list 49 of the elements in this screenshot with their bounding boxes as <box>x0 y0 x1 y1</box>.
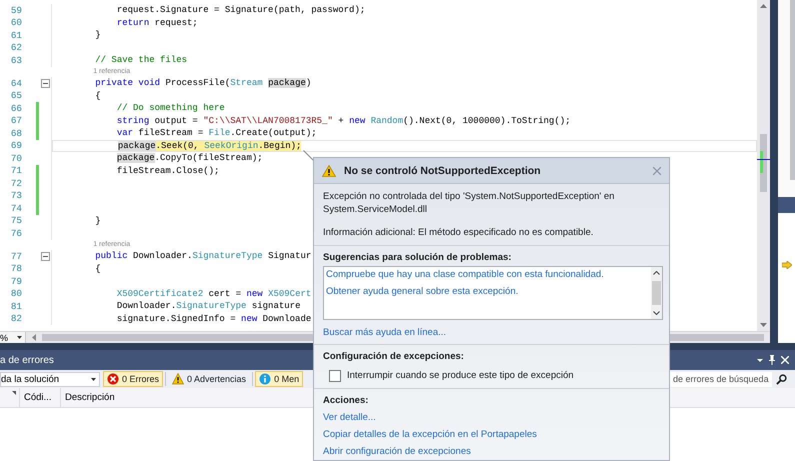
code-line: { <box>94 90 101 101</box>
code-line: string output = "C:\\SAT\\LAN7008173R5_" + new Random().Next(0, 1000000).ToString(); <box>116 116 571 126</box>
code-line: { <box>94 264 101 274</box>
code-line: public Downloader.SignatureType Signatur <box>94 251 312 262</box>
line-number: 76 <box>10 228 22 239</box>
line-number: 78 <box>10 263 22 274</box>
line-number: 65 <box>10 90 22 102</box>
line-number: 81 <box>10 300 22 312</box>
section-heading: Acciones: <box>323 395 368 406</box>
code-line: private void ProcessFile(Stream package) <box>94 78 312 88</box>
line-number: 80 <box>10 288 22 300</box>
code-line: return request; <box>116 18 198 28</box>
line-number: 68 <box>10 128 22 139</box>
line-number: 62 <box>10 42 22 54</box>
code-line: Downloader.SignatureType signature <box>116 301 300 312</box>
code-line: request.Signature = Signature(path, password); <box>116 5 366 16</box>
line-number: 67 <box>10 115 22 126</box>
line-number: 71 <box>10 165 22 176</box>
popup-title: No se controló NotSupportedException <box>344 164 541 176</box>
line-number: 74 <box>10 202 22 214</box>
code-line: var fileStream = File.Create(output); <box>116 128 317 138</box>
section-heading: Sugerencias para solución de problemas: <box>323 252 512 263</box>
panel-title: a de errores <box>0 354 54 366</box>
code-line: X509Certificate2 cert = new X509Cert <box>116 288 312 299</box>
line-number: 69 <box>10 140 22 152</box>
line-number: 60 <box>10 17 22 28</box>
line-number: 73 <box>10 190 22 202</box>
line-number: 75 <box>10 215 22 226</box>
line-number: 61 <box>10 30 22 41</box>
line-number: 64 <box>10 78 22 89</box>
line-number: 66 <box>10 102 22 114</box>
additional-info: Información adicional: El método especificado no es compatible. <box>323 226 594 239</box>
line-number: 82 <box>10 313 22 324</box>
code-line: signature.SignedInfo = new Downloade <box>116 314 312 324</box>
code-line: package.Seek(0, SeekOrigin.Begin); <box>116 140 302 151</box>
line-number: 79 <box>10 276 22 287</box>
section-heading: Configuración de excepciones: <box>323 351 464 362</box>
line-number: 59 <box>10 4 22 16</box>
code-line: } <box>94 30 101 40</box>
line-number: 63 <box>10 54 22 66</box>
exception-message: Excepción no controlada del tipo 'System.NotSupportedException' en System.ServiceModel.dll <box>323 190 616 216</box>
line-number: 77 <box>10 250 22 262</box>
code-line: package.CopyTo(fileStream); <box>116 153 263 164</box>
line-number: 70 <box>10 152 22 164</box>
code-line: } <box>94 216 101 226</box>
code-line: // Save the files <box>94 55 188 66</box>
code-line: // Do something here <box>116 103 225 114</box>
code-line: fileStream.Close(); <box>116 166 220 176</box>
line-number: 72 <box>10 178 22 189</box>
